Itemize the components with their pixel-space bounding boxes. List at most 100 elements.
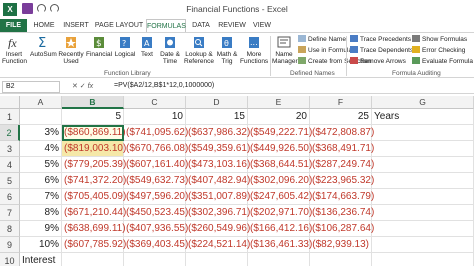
cell-a7[interactable]: 8%: [20, 205, 62, 221]
cell-b8[interactable]: ($638,699.11): [62, 221, 126, 237]
cell-a9[interactable]: 10%: [20, 237, 62, 253]
cell-c9[interactable]: ($369,403.45): [124, 237, 188, 253]
cell-d9[interactable]: ($224,521.14): [186, 237, 250, 253]
column-header-a[interactable]: A: [20, 96, 62, 109]
show-formulas-button[interactable]: Show Formulas: [412, 35, 467, 45]
column-header-d[interactable]: D: [186, 96, 248, 109]
cell-g8[interactable]: [372, 221, 474, 237]
autosum-button[interactable]: Σ AutoSum: [30, 35, 57, 58]
trace-precedents-button[interactable]: Trace Precedents: [350, 35, 411, 45]
text-button[interactable]: A Text: [138, 35, 156, 58]
column-header-f[interactable]: F: [310, 96, 372, 109]
logical-button[interactable]: ? Logical: [114, 35, 136, 58]
cell-a2[interactable]: 3%: [20, 125, 62, 141]
cell-c10[interactable]: [124, 253, 186, 266]
cell-f5[interactable]: ($223,965.32): [310, 173, 374, 189]
cell-c1[interactable]: 10: [124, 109, 186, 125]
cell-g3[interactable]: [372, 141, 474, 157]
evaluate-formula-button[interactable]: Evaluate Formula: [412, 57, 473, 67]
cell-b2-active[interactable]: ($860,869.11): [62, 125, 126, 141]
cell-a10[interactable]: Interest: [20, 253, 62, 266]
column-header-e[interactable]: E: [248, 96, 310, 109]
cell-e9[interactable]: ($136,461.33): [248, 237, 312, 253]
cell-d3[interactable]: ($549,359.61): [186, 141, 250, 157]
tab-page-layout[interactable]: PAGE LAYOUT: [94, 19, 144, 32]
cell-c7[interactable]: ($450,523.45): [124, 205, 188, 221]
define-name-button[interactable]: Define Name: [298, 35, 346, 45]
cell-c3[interactable]: ($670,766.08): [124, 141, 188, 157]
cell-f4[interactable]: ($287,249.74): [310, 157, 374, 173]
trace-dependents-button[interactable]: Trace Dependents: [350, 46, 413, 56]
cell-f1[interactable]: 25: [310, 109, 372, 125]
cell-d8[interactable]: ($260,549.96): [186, 221, 250, 237]
row-header[interactable]: 3: [0, 141, 20, 157]
cell-d4[interactable]: ($473,103.16): [186, 157, 250, 173]
tab-home[interactable]: HOME: [30, 19, 58, 32]
cell-f2[interactable]: ($472,808.87): [310, 125, 374, 141]
row-header[interactable]: 6: [0, 189, 20, 205]
tab-insert[interactable]: INSERT: [60, 19, 92, 32]
cell-e7[interactable]: ($202,971.70): [248, 205, 312, 221]
row-header[interactable]: 1: [0, 109, 20, 125]
column-header-c[interactable]: C: [124, 96, 186, 109]
cell-a3[interactable]: 4%: [20, 141, 62, 157]
tab-file[interactable]: FILE: [0, 19, 27, 32]
insert-function-button[interactable]: fx Insert Function: [2, 35, 27, 65]
error-checking-button[interactable]: Error Checking: [412, 46, 465, 56]
recently-used-button[interactable]: Recently Used: [58, 35, 84, 65]
tab-review[interactable]: REVIEW: [216, 19, 248, 32]
cell-e1[interactable]: 20: [248, 109, 310, 125]
cell-a4[interactable]: 5%: [20, 157, 62, 173]
cell-c5[interactable]: ($549,632.73): [124, 173, 188, 189]
cell-g1[interactable]: Years: [372, 109, 474, 125]
row-header[interactable]: 8: [0, 221, 20, 237]
formula-input[interactable]: =PV($A2/12,B$1*12,0,1000000): [114, 82, 214, 89]
financial-button[interactable]: $ Financial: [86, 35, 112, 58]
cell-f3[interactable]: ($368,491.71): [310, 141, 374, 157]
cell-d6[interactable]: ($351,007.89): [186, 189, 250, 205]
cell-f9[interactable]: ($82,939.13): [310, 237, 372, 253]
column-header-b[interactable]: B: [62, 96, 124, 109]
cell-e4[interactable]: ($368,644.51): [248, 157, 312, 173]
row-header[interactable]: 9: [0, 237, 20, 253]
cell-a6[interactable]: 7%: [20, 189, 62, 205]
cell-g7[interactable]: [372, 205, 474, 221]
cell-b7[interactable]: ($671,210.44): [62, 205, 126, 221]
cell-f10[interactable]: [310, 253, 372, 266]
column-header-g[interactable]: G: [372, 96, 474, 109]
remove-arrows-button[interactable]: Remove Arrows: [350, 57, 406, 67]
row-header[interactable]: 10: [0, 253, 20, 266]
lookup-reference-button[interactable]: Lookup & Reference: [184, 35, 214, 65]
cell-c2[interactable]: ($741,095.62): [124, 125, 188, 141]
cell-d2[interactable]: ($637,986.32): [186, 125, 250, 141]
cell-g5[interactable]: [372, 173, 474, 189]
cell-g6[interactable]: [372, 189, 474, 205]
cell-a1[interactable]: [20, 109, 62, 125]
cell-g10[interactable]: [372, 253, 474, 266]
cell-b1[interactable]: 5: [62, 109, 124, 125]
row-header[interactable]: 2: [0, 125, 20, 141]
cell-a8[interactable]: 9%: [20, 221, 62, 237]
use-in-formula-button[interactable]: Use in Formula: [298, 46, 352, 56]
date-time-button[interactable]: Date & Time: [158, 35, 182, 65]
more-functions-button[interactable]: ... More Functions: [240, 35, 268, 65]
row-header[interactable]: 4: [0, 157, 20, 173]
cell-b6[interactable]: ($705,405.09): [62, 189, 126, 205]
select-all-corner[interactable]: [0, 96, 20, 109]
cell-c4[interactable]: ($607,161.40): [124, 157, 188, 173]
cell-e5[interactable]: ($302,096.20): [248, 173, 312, 189]
cell-d5[interactable]: ($407,482.94): [186, 173, 250, 189]
cell-b4[interactable]: ($779,205.39): [62, 157, 126, 173]
cell-f8[interactable]: ($106,287.64): [310, 221, 374, 237]
cell-c6[interactable]: ($497,596.20): [124, 189, 188, 205]
tab-formulas[interactable]: FORMULAS: [146, 19, 186, 32]
cell-d7[interactable]: ($302,396.71): [186, 205, 250, 221]
cell-f7[interactable]: ($136,236.74): [310, 205, 374, 221]
cell-b5[interactable]: ($741,372.20): [62, 173, 126, 189]
tab-view[interactable]: VIEW: [250, 19, 274, 32]
name-manager-button[interactable]: Name Manager: [272, 35, 298, 65]
cell-e3[interactable]: ($449,926.50): [248, 141, 312, 157]
cell-b9[interactable]: ($607,785.92): [62, 237, 126, 253]
cell-f6[interactable]: ($174,663.79): [310, 189, 374, 205]
cell-e6[interactable]: ($247,605.42): [248, 189, 312, 205]
